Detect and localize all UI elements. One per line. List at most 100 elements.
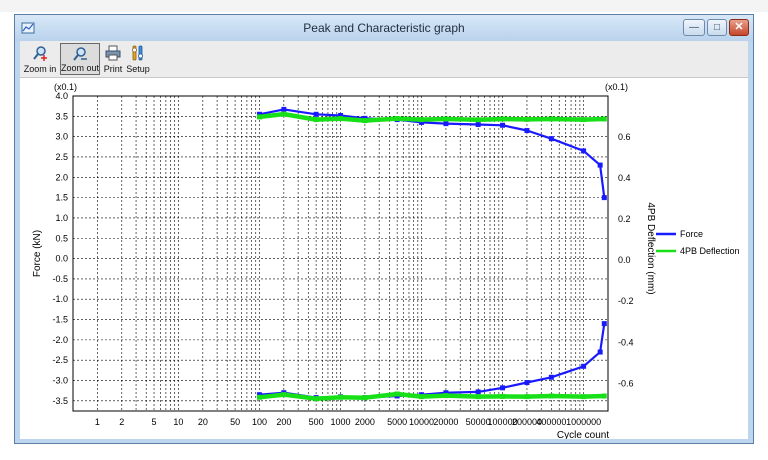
y-left-tick-label: 2.0 — [55, 172, 68, 182]
data-point — [500, 385, 506, 391]
minimize-button[interactable]: — — [683, 19, 705, 36]
x-axis-title: Cycle count — [557, 430, 609, 439]
data-point — [601, 321, 607, 327]
data-point — [581, 117, 587, 123]
window-client: Zoom in Zoom out Print Setup 1 2 5 10 20… — [20, 41, 748, 441]
data-point — [548, 393, 554, 399]
data-point — [475, 394, 481, 400]
data-point — [281, 392, 287, 398]
data-point — [581, 394, 587, 400]
x-tick-label: 20000 — [433, 417, 458, 427]
y-right-tick-label: 0.2 — [618, 214, 631, 224]
axis-labels: 1 2 5 10 20 50 100 200 500 1000 2000 5000 10000 20000… — [32, 82, 656, 441]
data-point — [419, 394, 425, 400]
data-point — [362, 118, 368, 124]
data-point — [581, 363, 587, 369]
data-point — [475, 121, 481, 127]
chart-area: 1 2 5 10 20 50 100 200 500 1000 2000 5000 10000 20000… — [20, 78, 748, 441]
y-left-multiplier: (x0.1) — [54, 82, 77, 92]
legend: Force 4PB Deflection — [656, 229, 740, 256]
x-tick-label: 200 — [276, 417, 291, 427]
y-left-tick-label: 3.5 — [55, 111, 68, 121]
legend-label: Force — [680, 229, 703, 239]
data-point — [581, 148, 587, 154]
zoom-in-button[interactable]: Zoom in — [22, 43, 58, 75]
x-tick-label: 50 — [230, 417, 240, 427]
data-point — [256, 394, 262, 400]
grid-lines — [73, 96, 608, 411]
y-right-tick-label: -0.4 — [618, 337, 634, 347]
x-tick-label: 1 — [95, 417, 100, 427]
y-right-tick-label: -0.2 — [618, 296, 634, 306]
data-point — [475, 117, 481, 123]
print-label: Print — [103, 64, 123, 74]
data-point — [443, 116, 449, 122]
data-point — [281, 106, 287, 112]
legend-label: 4PB Deflection — [680, 246, 740, 256]
y-left-tick-label: 3.0 — [55, 132, 68, 142]
data-point — [524, 394, 530, 400]
y-left-tick-label: -0.5 — [52, 274, 68, 284]
y-right-tick-label: -0.6 — [618, 378, 634, 388]
data-point — [338, 116, 343, 122]
y-left-tick-label: -1.5 — [52, 315, 68, 325]
series-group — [256, 106, 607, 402]
data-point — [394, 116, 400, 122]
maximize-icon: □ — [713, 22, 721, 33]
setup-button[interactable]: Setup — [126, 43, 150, 75]
title-bar[interactable]: Peak and Characteristic graph — □ ✕ — [15, 15, 753, 41]
x-tick-label: 400000 — [536, 417, 566, 427]
x-tick-label: 5 — [152, 417, 157, 427]
y-left-tick-label: -2.5 — [52, 355, 68, 365]
data-point — [362, 395, 368, 401]
data-point — [524, 116, 530, 122]
data-point — [524, 128, 530, 134]
printer-icon — [105, 45, 121, 61]
y-left-tick-label: 0.0 — [55, 254, 68, 264]
y-left-tick-label: 1.0 — [55, 213, 68, 223]
maximize-button[interactable]: □ — [707, 19, 727, 36]
close-icon: ✕ — [734, 21, 744, 33]
y-left-tick-label: -3.5 — [52, 396, 68, 406]
data-point — [500, 116, 506, 122]
data-point — [394, 391, 400, 397]
y-right-tick-label: 0.4 — [618, 173, 631, 183]
data-point — [548, 374, 554, 380]
y-right-tick-label: 0.6 — [618, 132, 631, 142]
peak-characteristic-chart: 1 2 5 10 20 50 100 200 500 1000 2000 5000 10000 20000… — [32, 82, 740, 441]
data-point — [601, 195, 607, 201]
x-tick-label: 100 — [252, 417, 267, 427]
data-point — [500, 393, 506, 399]
y-left-tick-label: 2.5 — [55, 152, 68, 162]
x-tick-label: 2000 — [355, 417, 375, 427]
y-left-tick-label: -3.0 — [52, 376, 68, 386]
zoom-out-button[interactable]: Zoom out — [60, 43, 100, 75]
x-tick-label: 1000 — [330, 417, 350, 427]
window-title: Peak and Characteristic graph — [303, 21, 465, 35]
y-right-tick-label: 0.0 — [618, 255, 631, 265]
print-button[interactable]: Print — [102, 43, 124, 75]
x-tick-label: 10 — [173, 417, 183, 427]
data-point — [597, 349, 603, 355]
data-point — [601, 116, 607, 122]
data-point — [313, 396, 319, 402]
zoom-in-label: Zoom in — [23, 64, 57, 74]
setup-label: Setup — [126, 64, 150, 74]
data-point — [443, 393, 449, 399]
data-point — [500, 122, 506, 128]
x-tick-label: 2 — [119, 417, 124, 427]
close-button[interactable]: ✕ — [729, 19, 749, 36]
data-point — [601, 393, 607, 399]
zoom-in-icon — [33, 46, 47, 61]
data-point — [338, 394, 343, 400]
x-tick-label: 500 — [309, 417, 324, 427]
setup-icon — [132, 45, 143, 61]
data-point — [281, 111, 287, 117]
graph-window: Peak and Characteristic graph — □ ✕ Zoom… — [14, 14, 754, 444]
y-left-tick-label: 4.0 — [55, 91, 68, 101]
y-right-axis-title: 4PB Deflection (mm) — [645, 202, 656, 294]
data-point — [597, 162, 603, 168]
data-point — [524, 380, 530, 386]
data-point — [313, 111, 319, 117]
y-left-tick-label: -2.0 — [52, 335, 68, 345]
